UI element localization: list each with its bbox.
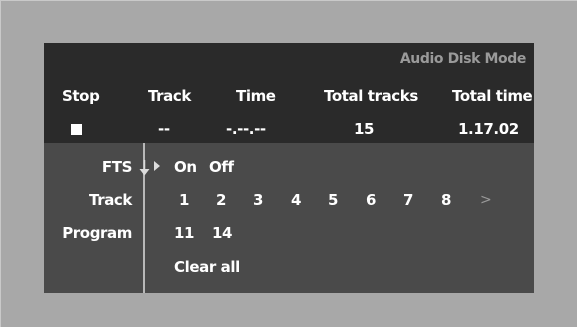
track-item[interactable]: 1 [179, 191, 189, 209]
track-value: -- [158, 120, 170, 138]
total-tracks-header: Total tracks [324, 87, 418, 105]
program-item[interactable]: 14 [212, 224, 232, 242]
track-header: Track [148, 87, 191, 105]
fts-off-option[interactable]: Off [209, 158, 234, 176]
track-item[interactable]: 5 [328, 191, 338, 209]
stop-square-icon [71, 124, 82, 135]
menu-area: FTS On Off Track 1 2 3 4 5 6 7 8 > Progr… [44, 143, 534, 293]
total-time-header: Total time [452, 87, 533, 105]
track-item[interactable]: 8 [441, 191, 451, 209]
more-tracks-icon[interactable]: > [480, 192, 492, 208]
total-time-value: 1.17.02 [458, 120, 519, 138]
time-header: Time [236, 87, 276, 105]
mode-title: Audio Disk Mode [399, 51, 527, 67]
track-label: Track [89, 191, 132, 209]
audio-disk-osd-panel: Audio Disk Mode Stop Track Time Total tr… [44, 43, 534, 293]
right-arrow-icon [154, 161, 160, 171]
fts-on-option[interactable]: On [174, 158, 197, 176]
time-value: -.--.-- [226, 120, 266, 138]
track-item[interactable]: 3 [253, 191, 263, 209]
status-bar: Audio Disk Mode Stop Track Time Total tr… [44, 43, 534, 143]
program-item[interactable]: 11 [174, 224, 194, 242]
down-arrow-icon [139, 160, 150, 176]
track-item[interactable]: 2 [216, 191, 226, 209]
total-tracks-value: 15 [354, 120, 375, 138]
program-label: Program [62, 224, 132, 242]
fts-label: FTS [101, 158, 132, 176]
track-item[interactable]: 4 [291, 191, 301, 209]
clear-all-button[interactable]: Clear all [174, 258, 240, 276]
track-item[interactable]: 6 [366, 191, 376, 209]
stop-header: Stop [62, 87, 100, 105]
track-item[interactable]: 7 [403, 191, 413, 209]
